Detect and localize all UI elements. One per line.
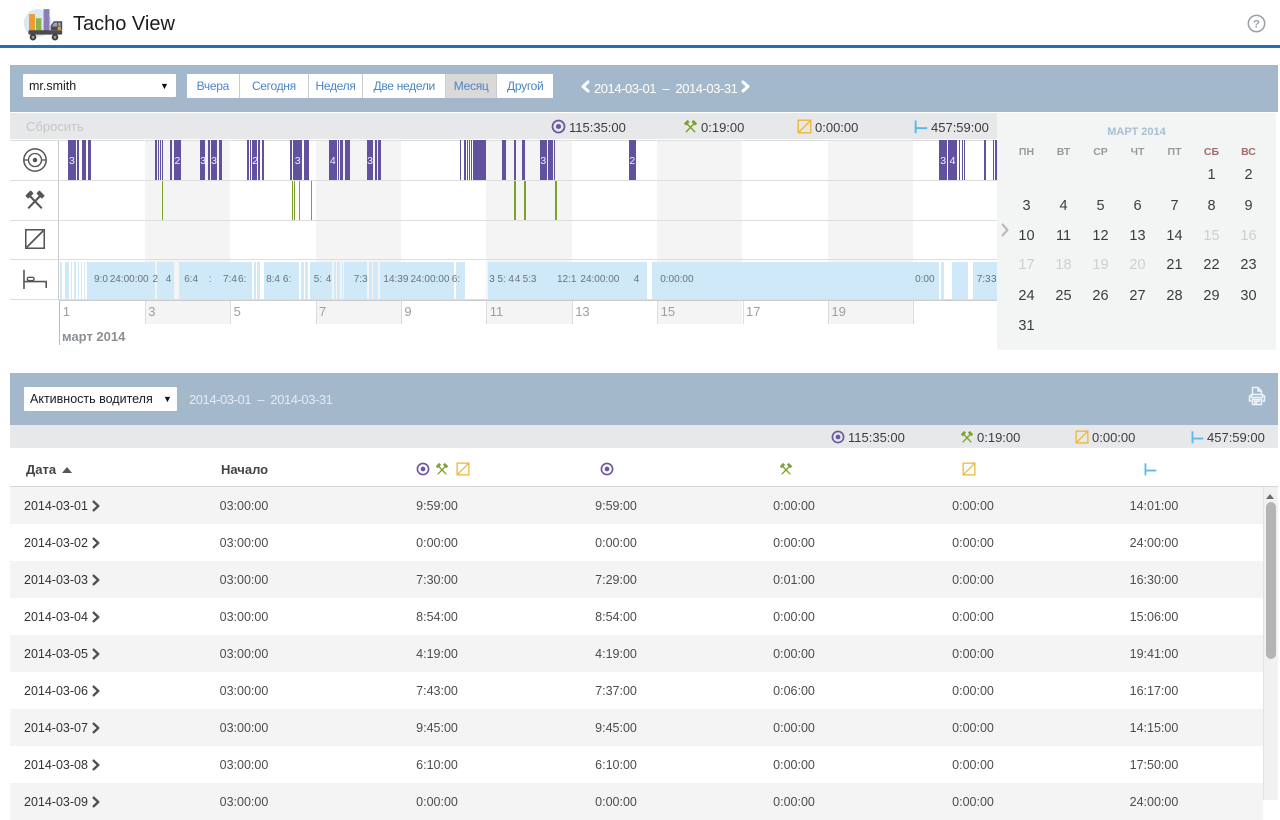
svg-text:?: ? [1253,19,1260,31]
